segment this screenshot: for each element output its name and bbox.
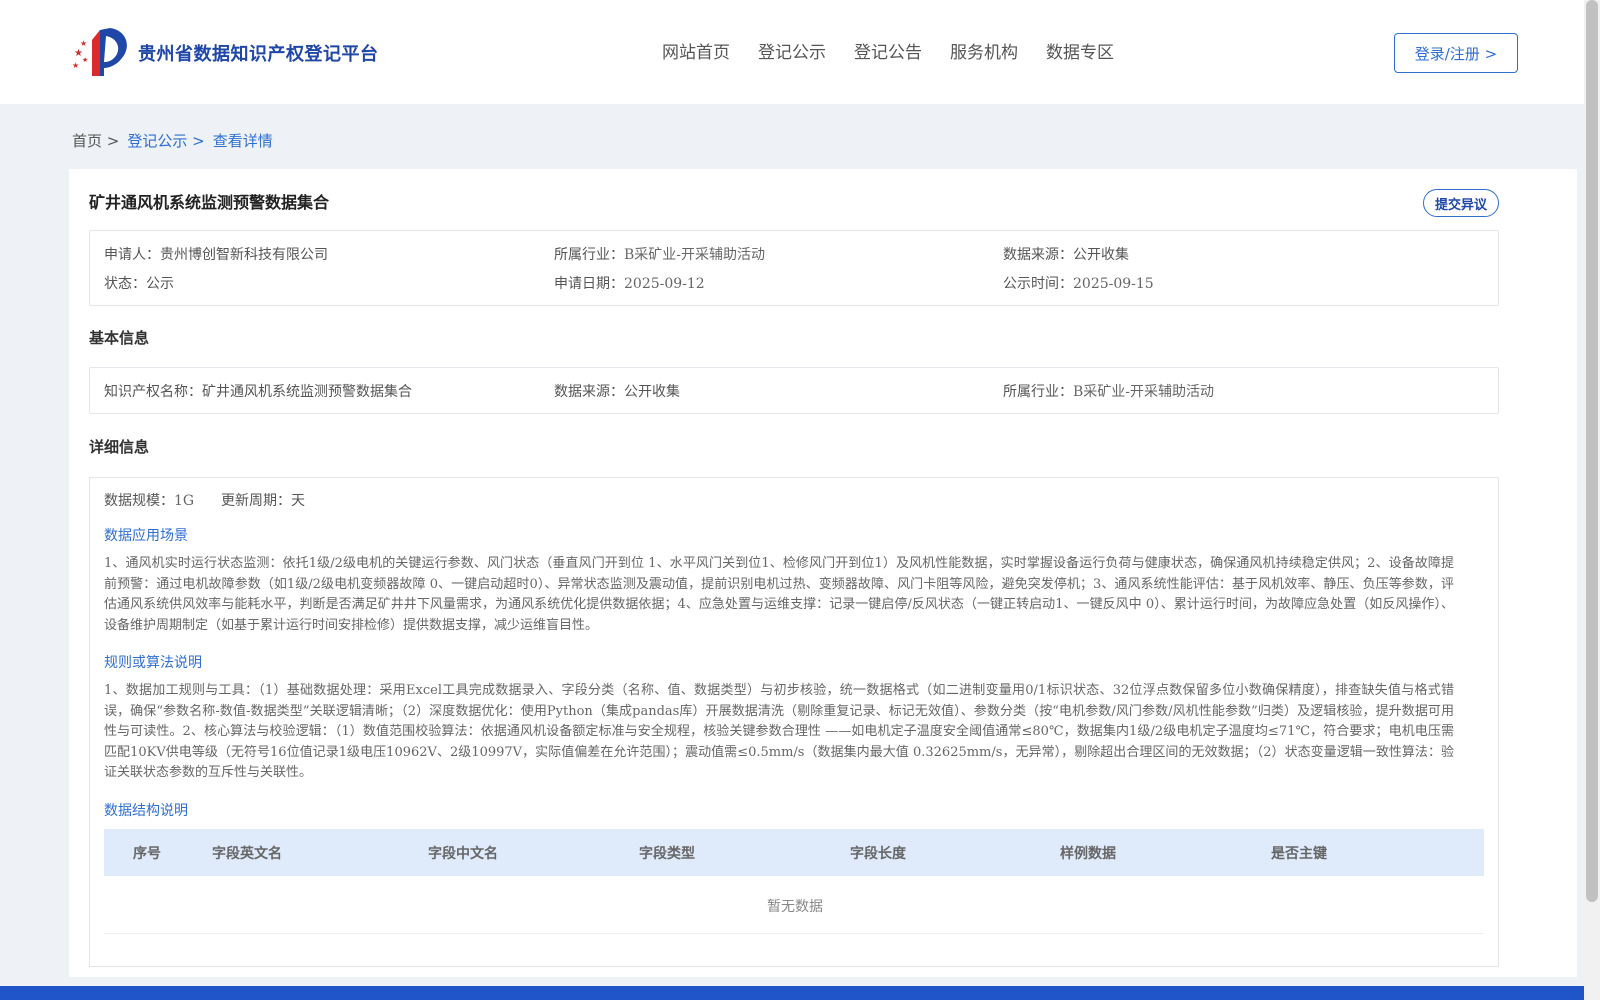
scale-value: 1G	[174, 493, 195, 509]
login-register-button[interactable]: 登录/注册 >	[1394, 33, 1518, 73]
ip-name-label: 知识产权名称：	[104, 384, 202, 400]
svg-text:★: ★	[80, 39, 87, 48]
apply-date-value: 2025-09-12	[624, 276, 705, 292]
apply-date-label: 申请日期：	[554, 276, 624, 292]
page-title: 矿井通风机系统监测预警数据集合	[89, 193, 330, 212]
source-label: 数据来源：	[1003, 247, 1073, 263]
svg-text:★: ★	[72, 61, 79, 70]
col-sample: 样例数据	[1060, 846, 1116, 862]
site-footer	[0, 986, 1584, 1000]
scenario-title: 数据应用场景	[104, 528, 188, 544]
rules-title: 规则或算法说明	[104, 655, 202, 671]
basic-source-label: 数据来源：	[554, 384, 624, 400]
detail-info-title: 详细信息	[89, 438, 150, 456]
detail-card: 矿井通风机系统监测预警数据集合 提交异议 申请人：贵州博创智新科技有限公司 所属…	[69, 169, 1577, 977]
main-nav: 网站首页 登记公示 登记公告 服务机构 数据专区	[662, 38, 1114, 63]
detail-info-box: 数据规模：1G 更新周期：天 数据应用场景 1、通风机实时运行状态监测：依托1级…	[89, 477, 1499, 967]
structure-title: 数据结构说明	[104, 803, 188, 819]
breadcrumb-current: 查看详情	[212, 132, 273, 150]
col-chinese-name: 字段中文名	[428, 846, 498, 862]
industry-value: B采矿业-开采辅助活动	[624, 247, 766, 263]
cycle-label: 更新周期：	[221, 493, 291, 509]
status-value: 公示	[146, 276, 174, 292]
basic-industry-label: 所属行业：	[1003, 384, 1073, 400]
svg-text:★: ★	[82, 56, 88, 64]
nav-service-agencies[interactable]: 服务机构	[950, 38, 1018, 63]
rules-text: 1、数据加工规则与工具：（1）基础数据处理：采用Excel工具完成数据录入、字段…	[104, 683, 1454, 780]
breadcrumb: 首页 > 登记公示 > 查看详情	[72, 130, 273, 151]
col-type: 字段类型	[639, 846, 695, 862]
cycle-value: 天	[291, 493, 305, 509]
summary-box: 申请人：贵州博创智新科技有限公司 所属行业：B采矿业-开采辅助活动 数据来源：公…	[89, 230, 1499, 306]
basic-info-box: 知识产权名称：矿井通风机系统监测预警数据集合 数据来源：公开收集 所属行业：B采…	[89, 367, 1499, 414]
basic-info-title: 基本信息	[89, 329, 150, 347]
basic-source-value: 公开收集	[624, 384, 680, 400]
publish-date-label: 公示时间：	[1003, 276, 1073, 292]
site-title[interactable]: 贵州省数据知识产权登记平台	[138, 40, 379, 66]
basic-industry-value: B采矿业-开采辅助活动	[1073, 384, 1215, 400]
col-index: 序号	[133, 846, 161, 862]
source-value: 公开收集	[1073, 247, 1129, 263]
scale-line: 数据规模：1G 更新周期：天	[104, 490, 305, 510]
scenario-text: 1、通风机实时运行状态监测：依托1级/2级电机的关键运行参数、风门状态（垂直风门…	[104, 556, 1454, 633]
col-primary-key: 是否主键	[1271, 846, 1327, 862]
nav-home[interactable]: 网站首页	[662, 38, 730, 63]
breadcrumb-publicity[interactable]: 登记公示 >	[127, 130, 204, 151]
nav-data-zone[interactable]: 数据专区	[1046, 38, 1114, 63]
status-label: 状态：	[104, 276, 146, 292]
scrollbar-thumb[interactable]	[1586, 0, 1598, 902]
submit-objection-button[interactable]: 提交异议	[1423, 189, 1499, 217]
platform-logo-icon[interactable]: ★ ★ ★ ★	[70, 26, 130, 78]
table-divider	[104, 933, 1484, 934]
col-english-name: 字段英文名	[212, 846, 282, 862]
applicant-value: 贵州博创智新科技有限公司	[160, 247, 328, 263]
industry-label: 所属行业：	[554, 247, 624, 263]
table-empty-text: 暂无数据	[767, 899, 823, 915]
applicant-label: 申请人：	[104, 247, 160, 263]
nav-registration-publicity[interactable]: 登记公示	[758, 38, 826, 63]
breadcrumb-home[interactable]: 首页 >	[72, 130, 119, 151]
scale-label: 数据规模：	[104, 493, 174, 509]
publish-date-value: 2025-09-15	[1073, 276, 1154, 292]
structure-table-header: 序号 字段英文名 字段中文名 字段类型 字段长度 样例数据 是否主键	[104, 829, 1484, 876]
page-scrollbar[interactable]	[1584, 0, 1600, 1000]
col-length: 字段长度	[850, 846, 906, 862]
nav-registration-announcement[interactable]: 登记公告	[854, 38, 922, 63]
site-header: ★ ★ ★ ★ 贵州省数据知识产权登记平台 网站首页 登记公示 登记公告 服务机…	[0, 0, 1584, 104]
ip-name-value: 矿井通风机系统监测预警数据集合	[202, 384, 412, 400]
